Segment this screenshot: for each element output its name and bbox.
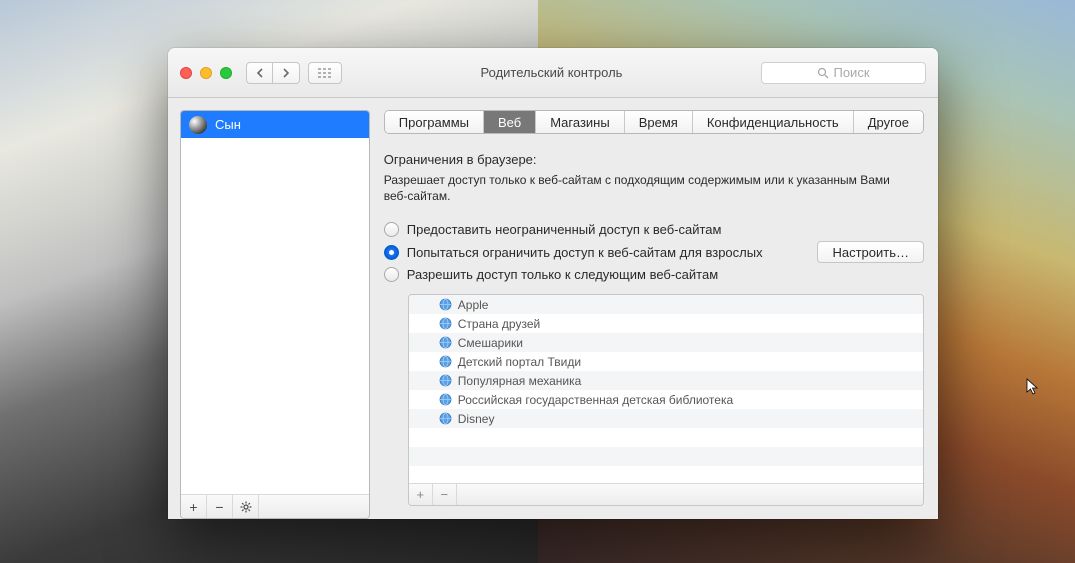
configure-button[interactable]: Настроить… bbox=[817, 241, 924, 263]
titlebar: Родительский контроль Поиск bbox=[168, 48, 938, 98]
radio-row-0[interactable]: Предоставить неограниченный доступ к веб… bbox=[384, 222, 924, 237]
globe-icon bbox=[439, 298, 452, 311]
section-title: Ограничения в браузере: bbox=[384, 152, 924, 167]
site-item[interactable]: Смешарики bbox=[409, 333, 923, 352]
tab-4[interactable]: Конфиденциальность bbox=[693, 111, 854, 133]
main-panel: ПрограммыВебМагазиныВремяКонфиденциально… bbox=[370, 98, 938, 519]
globe-icon bbox=[439, 317, 452, 330]
search-icon bbox=[817, 67, 829, 79]
site-item[interactable]: Детский портал Твиди bbox=[409, 352, 923, 371]
site-item[interactable]: Disney bbox=[409, 409, 923, 428]
tab-1[interactable]: Веб bbox=[484, 111, 536, 133]
window-body: Сын + − ПрограммыВебМагазиныВремяКонфиде… bbox=[168, 98, 938, 519]
forward-button[interactable] bbox=[273, 62, 300, 84]
globe-icon bbox=[439, 336, 452, 349]
radio-label: Попытаться ограничить доступ к веб-сайта… bbox=[407, 245, 763, 260]
user-options-button[interactable] bbox=[233, 495, 259, 518]
site-item-empty bbox=[409, 447, 923, 466]
globe-icon bbox=[439, 393, 452, 406]
radio-label: Разрешить доступ только к следующим веб-… bbox=[407, 267, 718, 282]
site-item[interactable]: Популярная механика bbox=[409, 371, 923, 390]
preferences-window: Родительский контроль Поиск Сын + − Прог… bbox=[168, 48, 938, 519]
add-site-button[interactable]: + bbox=[409, 484, 433, 505]
remove-user-button[interactable]: − bbox=[207, 495, 233, 518]
site-item[interactable]: Российская государственная детская библи… bbox=[409, 390, 923, 409]
site-label: Смешарики bbox=[458, 336, 523, 350]
sidebar-footer: + − bbox=[181, 494, 369, 518]
globe-icon bbox=[439, 412, 452, 425]
tab-3[interactable]: Время bbox=[625, 111, 693, 133]
globe-icon bbox=[439, 374, 452, 387]
traffic-lights bbox=[180, 67, 232, 79]
close-window-button[interactable] bbox=[180, 67, 192, 79]
avatar-icon bbox=[189, 116, 207, 134]
site-label: Детский портал Твиди bbox=[458, 355, 581, 369]
nav-back-forward bbox=[246, 62, 342, 84]
allowed-sites-list[interactable]: Apple Страна друзей Смешарики Детский порта… bbox=[409, 295, 923, 483]
web-access-radios: Предоставить неограниченный доступ к веб… bbox=[384, 218, 924, 286]
radio-row-1[interactable]: Попытаться ограничить доступ к веб-сайта… bbox=[384, 241, 924, 263]
search-placeholder: Поиск bbox=[833, 65, 869, 80]
section-description: Разрешает доступ только к веб-сайтам с п… bbox=[384, 172, 904, 204]
remove-site-button[interactable]: − bbox=[433, 484, 457, 505]
settings-tabs: ПрограммыВебМагазиныВремяКонфиденциально… bbox=[384, 110, 924, 134]
tab-2[interactable]: Магазины bbox=[536, 111, 625, 133]
tab-5[interactable]: Другое bbox=[854, 111, 923, 133]
zoom-window-button[interactable] bbox=[220, 67, 232, 79]
site-item-empty bbox=[409, 466, 923, 483]
show-all-button[interactable] bbox=[308, 62, 342, 84]
radio-label: Предоставить неограниченный доступ к веб… bbox=[407, 222, 722, 237]
allowed-sites-box: Apple Страна друзей Смешарики Детский порта… bbox=[408, 294, 924, 506]
site-item[interactable]: Страна друзей bbox=[409, 314, 923, 333]
sidebar-user-row[interactable]: Сын bbox=[181, 111, 369, 138]
back-button[interactable] bbox=[246, 62, 273, 84]
site-label: Apple bbox=[458, 298, 489, 312]
radio-button[interactable] bbox=[384, 245, 399, 260]
globe-icon bbox=[439, 355, 452, 368]
site-label: Популярная механика bbox=[458, 374, 582, 388]
radio-row-2[interactable]: Разрешить доступ только к следующим веб-… bbox=[384, 267, 924, 282]
sidebar-user-label: Сын bbox=[215, 117, 241, 132]
site-item[interactable]: Apple bbox=[409, 295, 923, 314]
site-item-empty bbox=[409, 428, 923, 447]
add-user-button[interactable]: + bbox=[181, 495, 207, 518]
window-title: Родительский контроль bbox=[350, 65, 753, 80]
gear-icon bbox=[240, 501, 252, 513]
tab-0[interactable]: Программы bbox=[385, 111, 484, 133]
site-label: Российская государственная детская библи… bbox=[458, 393, 733, 407]
radio-button[interactable] bbox=[384, 222, 399, 237]
user-sidebar: Сын + − bbox=[180, 110, 370, 519]
radio-button[interactable] bbox=[384, 267, 399, 282]
site-label: Disney bbox=[458, 412, 495, 426]
site-label: Страна друзей bbox=[458, 317, 540, 331]
search-input[interactable]: Поиск bbox=[761, 62, 926, 84]
sites-footer: + − bbox=[409, 483, 923, 505]
minimize-window-button[interactable] bbox=[200, 67, 212, 79]
